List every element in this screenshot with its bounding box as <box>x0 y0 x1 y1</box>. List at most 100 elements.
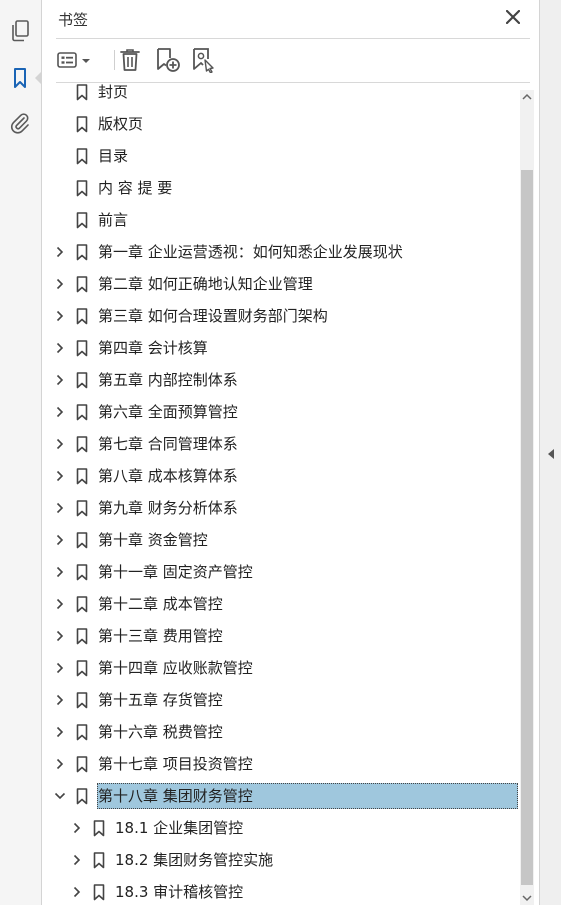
bookmark-icon <box>75 115 89 133</box>
chevron-right-icon[interactable] <box>53 597 67 611</box>
chevron-down-icon[interactable] <box>53 789 67 803</box>
bookmark-row[interactable]: 第十三章 费用管控 <box>42 620 522 650</box>
bookmark-row[interactable]: 第十一章 固定资产管控 <box>42 556 522 586</box>
sub-bookmark-row[interactable]: 18.1 企业集团管控 <box>42 812 522 842</box>
bookmark-icon <box>75 787 89 805</box>
bookmark-row[interactable]: 前言 <box>42 204 522 234</box>
bookmark-label: 第十四章 应收账款管控 <box>98 659 253 677</box>
bookmark-row[interactable]: 第七章 合同管理体系 <box>42 428 522 458</box>
bookmark-label: 第九章 财务分析体系 <box>98 499 238 517</box>
bookmark-icon <box>75 595 89 613</box>
bookmark-label: 版权页 <box>98 115 144 133</box>
chevron-right-icon[interactable] <box>53 373 67 387</box>
bookmark-label: 第七章 合同管理体系 <box>98 435 238 453</box>
bookmark-label: 第十一章 固定资产管控 <box>98 563 253 581</box>
bookmark-row[interactable]: 第二章 如何正确地认知企业管理 <box>42 268 522 298</box>
bookmark-row[interactable]: 第四章 会计核算 <box>42 332 522 362</box>
bookmark-icon <box>75 691 89 709</box>
bookmark-row[interactable]: 封页 <box>42 84 522 106</box>
chevron-right-icon[interactable] <box>53 405 67 419</box>
bookmark-icon <box>75 179 89 197</box>
bookmark-row[interactable]: 第十六章 税费管控 <box>42 716 522 746</box>
bookmark-row[interactable]: 第六章 全面预算管控 <box>42 396 522 426</box>
delete-bookmark-icon <box>120 49 140 71</box>
bookmark-icon <box>75 531 89 549</box>
bookmark-icon[interactable] <box>7 65 41 91</box>
close-panel-button[interactable] <box>500 4 526 30</box>
bookmark-icon <box>75 84 89 101</box>
chevron-right-icon[interactable] <box>53 501 67 515</box>
scroll-down-arrow[interactable] <box>520 891 534 905</box>
bookmark-row[interactable]: 第八章 成本核算体系 <box>42 460 522 490</box>
new-bookmark-button[interactable] <box>154 46 182 74</box>
chevron-right-icon[interactable] <box>53 629 67 643</box>
bookmark-label: 18.1 企业集团管控 <box>115 819 244 837</box>
delete-bookmark-button[interactable] <box>118 46 142 74</box>
chevron-right-icon[interactable] <box>53 565 67 579</box>
bookmark-row[interactable]: 版权页 <box>42 108 522 138</box>
bookmark-icon <box>75 723 89 741</box>
bookmark-row[interactable]: 第三章 如何合理设置财务部门架构 <box>42 300 522 330</box>
bookmark-icon <box>75 211 89 229</box>
bookmark-row[interactable]: 第十四章 应收账款管控 <box>42 652 522 682</box>
bookmark-icon <box>75 275 89 293</box>
chevron-right-icon[interactable] <box>53 757 67 771</box>
panel-collapse-strip <box>539 0 561 905</box>
pages-icon[interactable] <box>7 18 33 44</box>
bookmark-tree: 封页版权页目录内 容 提 要前言第一章 企业运营透视：如何知悉企业发展现状第二章… <box>42 84 522 905</box>
bookmark-row[interactable]: 第十七章 项目投资管控 <box>42 748 522 778</box>
chevron-right-icon[interactable] <box>53 693 67 707</box>
bookmark-label: 第二章 如何正确地认知企业管理 <box>98 275 313 293</box>
bookmark-row[interactable]: 第十五章 存货管控 <box>42 684 522 714</box>
chevron-right-icon[interactable] <box>53 437 67 451</box>
collapse-left-icon <box>548 449 554 459</box>
bookmark-label: 前言 <box>98 211 129 229</box>
bookmark-row[interactable]: 内 容 提 要 <box>42 172 522 202</box>
chevron-right-icon[interactable] <box>53 533 67 547</box>
bookmark-row[interactable]: 第十章 资金管控 <box>42 524 522 554</box>
sub-bookmark-row[interactable]: 18.2 集团财务管控实施 <box>42 844 522 874</box>
chevron-right-icon[interactable] <box>53 469 67 483</box>
panel-title: 书签 <box>58 11 89 29</box>
bookmark-icon <box>75 627 89 645</box>
bookmark-label: 第八章 成本核算体系 <box>98 467 238 485</box>
bookmark-toolbar <box>56 45 526 75</box>
scroll-up-arrow[interactable] <box>520 90 534 104</box>
bookmark-label: 18.2 集团财务管控实施 <box>115 851 274 869</box>
bookmark-row[interactable]: 第十八章 集团财务管控 <box>42 780 522 810</box>
bookmark-row[interactable]: 第五章 内部控制体系 <box>42 364 522 394</box>
chevron-down-icon <box>522 895 532 902</box>
bookmark-label: 目录 <box>98 147 129 165</box>
bookmark-icon <box>75 371 89 389</box>
chevron-right-icon[interactable] <box>53 725 67 739</box>
attachment-icon[interactable] <box>7 110 33 136</box>
bookmark-row[interactable]: 第九章 财务分析体系 <box>42 492 522 522</box>
bookmark-row[interactable]: 第十二章 成本管控 <box>42 588 522 618</box>
options-menu-button[interactable] <box>56 46 94 74</box>
close-icon <box>506 10 520 24</box>
chevron-right-icon[interactable] <box>53 309 67 323</box>
scroll-thumb[interactable] <box>521 170 533 885</box>
bookmark-icon <box>92 883 106 901</box>
new-bookmark-from-structure-button[interactable] <box>190 46 218 74</box>
bookmark-label: 第十章 资金管控 <box>98 531 208 549</box>
sub-bookmark-row[interactable]: 18.3 审计稽核管控 <box>42 876 522 905</box>
bookmark-icon <box>75 307 89 325</box>
toolbar-divider-bottom <box>56 82 530 83</box>
collapse-panel-button[interactable] <box>545 444 557 464</box>
chevron-right-icon[interactable] <box>53 661 67 675</box>
new-bookmark-from-structure-icon <box>193 48 214 73</box>
chevron-right-icon[interactable] <box>70 853 84 867</box>
bookmark-row[interactable]: 目录 <box>42 140 522 170</box>
tree-scrollbar[interactable] <box>520 90 534 905</box>
bookmark-icon <box>75 403 89 421</box>
chevron-right-icon[interactable] <box>53 245 67 259</box>
chevron-right-icon[interactable] <box>53 341 67 355</box>
chevron-right-icon[interactable] <box>70 885 84 899</box>
chevron-right-icon[interactable] <box>70 821 84 835</box>
chevron-right-icon[interactable] <box>53 277 67 291</box>
bookmark-icon <box>75 339 89 357</box>
bookmark-label: 第十六章 税费管控 <box>98 723 223 741</box>
bookmark-row[interactable]: 第一章 企业运营透视：如何知悉企业发展现状 <box>42 236 522 266</box>
navigation-rail <box>0 0 42 905</box>
